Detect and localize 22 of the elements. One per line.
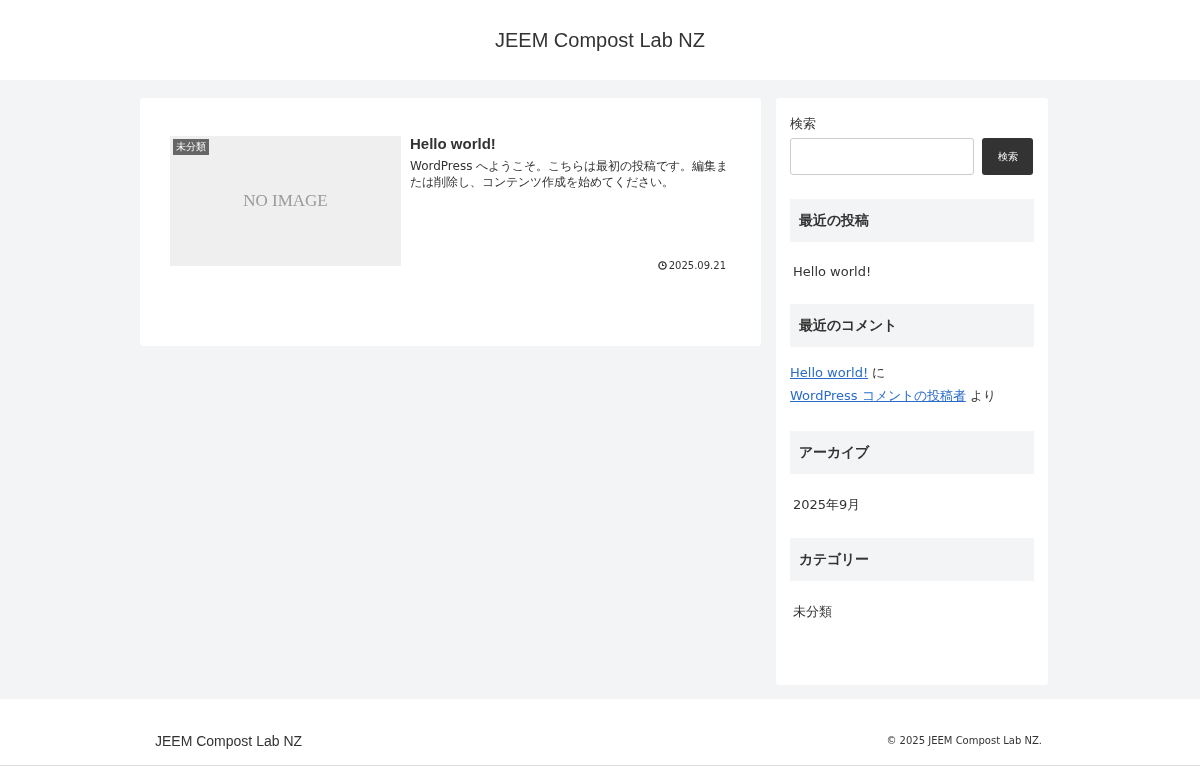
search-label: 検索 [790, 116, 817, 133]
search-field[interactable] [790, 138, 974, 175]
category-label[interactable]: 未分類 [173, 139, 209, 155]
widget-link[interactable]: 2025年9月 [793, 496, 861, 514]
post-date: 2025.09.21 [668, 260, 726, 271]
post-excerpt: WordPress へようこそ。こちらは最初の投稿です。編集または削除し、コンテンツ作成を始めてください。 [410, 158, 730, 190]
widget-heading: 最近のコメント [790, 304, 1034, 347]
no-image-text: NO IMAGE [243, 191, 328, 211]
site-title[interactable]: JEEM Compost Lab NZ [494, 28, 706, 52]
widget-heading: 最近の投稿 [790, 199, 1034, 242]
search-button[interactable]: 検索 [982, 138, 1033, 175]
post-title[interactable]: Hello world! [410, 135, 731, 152]
post-link[interactable]: Hello world! [790, 365, 869, 380]
footer-site-title[interactable]: JEEM Compost Lab NZ [155, 733, 303, 749]
widget-link[interactable]: 未分類 [793, 603, 832, 621]
widget-link[interactable]: Hello world! [793, 264, 872, 279]
widget-heading: アーカイブ [790, 431, 1034, 474]
copyright-text: © 2025 JEEM Compost Lab NZ. [886, 735, 1042, 748]
author-link[interactable]: WordPress コメントの投稿者 [790, 388, 966, 403]
recent-comment: Hello world! に WordPress コメントの投稿者 より [790, 364, 997, 405]
widget-heading: カテゴリー [790, 538, 1034, 581]
clock-icon [657, 261, 667, 270]
